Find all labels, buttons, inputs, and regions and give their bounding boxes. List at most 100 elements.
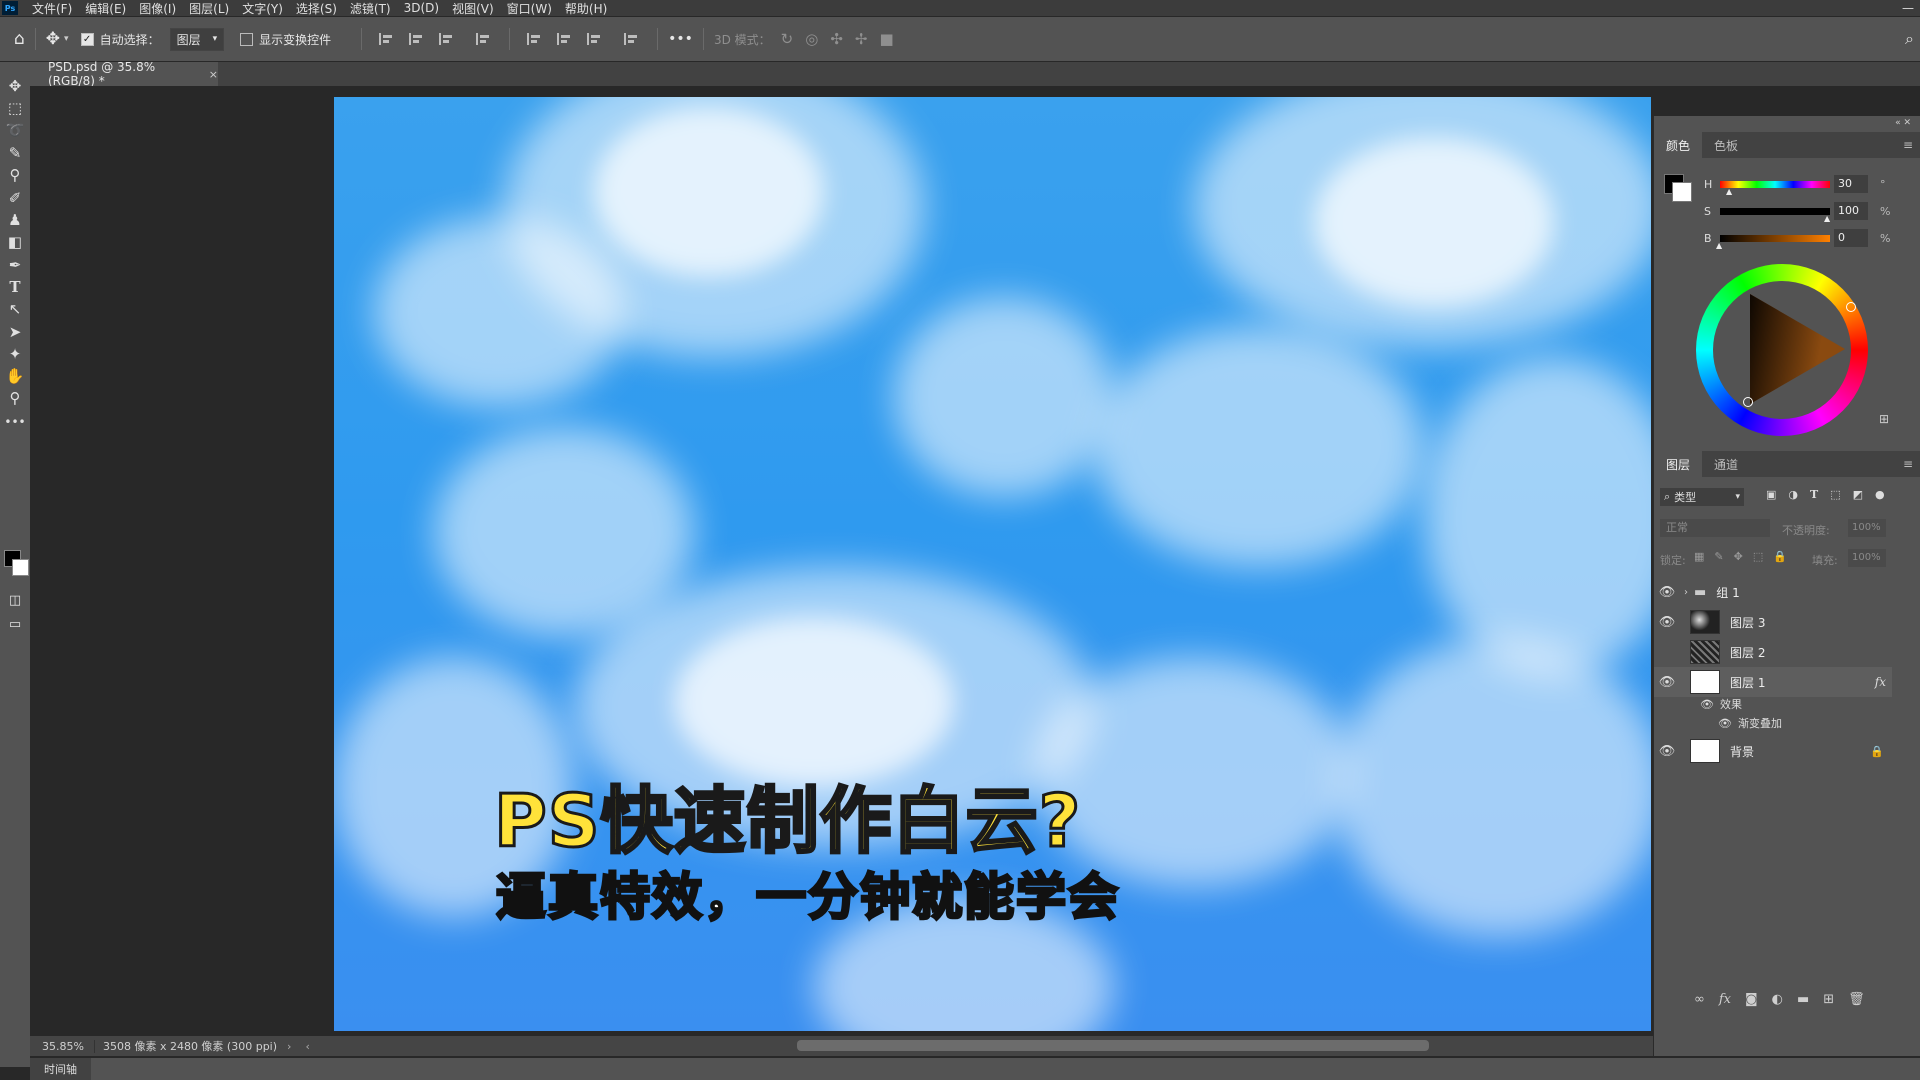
panel-menu-icon[interactable]: ≡ bbox=[1903, 457, 1913, 471]
brightness-value[interactable]: 0 bbox=[1834, 229, 1868, 247]
chevron-right-icon[interactable]: › bbox=[1684, 587, 1688, 598]
link-layers-icon[interactable]: ∞ bbox=[1694, 992, 1705, 1007]
shape-tool-icon[interactable]: ✦ bbox=[5, 344, 25, 364]
hand-tool-icon[interactable]: ✋ bbox=[5, 366, 25, 386]
menu-3d[interactable]: 3D(D) bbox=[404, 1, 439, 15]
horizontal-scrollbar[interactable] bbox=[797, 1040, 1429, 1051]
hue-value[interactable]: 30 bbox=[1834, 175, 1868, 193]
move-tool-icon[interactable]: ✥ bbox=[5, 76, 25, 96]
eye-icon[interactable]: 👁 bbox=[1700, 698, 1714, 711]
tab-color[interactable]: 颜色 bbox=[1654, 132, 1703, 158]
document-info[interactable]: 3508 像素 x 2480 像素 (300 ppi) bbox=[95, 1038, 277, 1054]
align-left-icon[interactable] bbox=[379, 33, 395, 45]
menu-help[interactable]: 帮助(H) bbox=[565, 0, 607, 17]
new-group-icon[interactable]: ▬ bbox=[1797, 992, 1809, 1007]
new-adjustment-icon[interactable]: ◐ bbox=[1772, 992, 1783, 1007]
fx-badge[interactable]: fx bbox=[1875, 675, 1886, 689]
layer-row-layer-3[interactable]: 👁 图层 3 bbox=[1654, 607, 1892, 637]
lock-position-icon[interactable]: ✥ bbox=[1734, 550, 1743, 563]
auto-select-target-dropdown[interactable]: 图层 ▾ bbox=[169, 27, 225, 51]
lasso-tool-icon[interactable]: ➰ bbox=[5, 120, 25, 140]
layer-filter-dropdown[interactable]: ⌕ 类型 ▾ bbox=[1660, 488, 1744, 506]
saturation-slider-thumb[interactable]: ▲ bbox=[1824, 214, 1830, 223]
blend-mode-dropdown[interactable]: 正常 bbox=[1660, 519, 1770, 537]
quick-mask-icon[interactable]: ◫ bbox=[5, 590, 25, 610]
lock-all-icon[interactable]: 🔒 bbox=[1773, 550, 1787, 563]
tab-swatches[interactable]: 色板 bbox=[1702, 132, 1750, 158]
color-wheel[interactable] bbox=[1696, 264, 1868, 436]
marquee-tool-icon[interactable]: ⬚ bbox=[5, 98, 25, 118]
tab-channels[interactable]: 通道 bbox=[1702, 451, 1750, 477]
brightness-slider-thumb[interactable]: ▲ bbox=[1716, 241, 1722, 250]
collapse-panels-icon[interactable]: « ✕ bbox=[1895, 118, 1911, 128]
hue-slider-thumb[interactable]: ▲ bbox=[1726, 187, 1732, 196]
eye-icon[interactable]: 👁 bbox=[1654, 585, 1680, 600]
3d-drag-icon[interactable]: ✣ bbox=[830, 30, 843, 48]
align-hcenter-icon[interactable] bbox=[409, 33, 425, 45]
align-vcenter-icon[interactable] bbox=[557, 33, 573, 45]
minimize-icon[interactable]: — bbox=[1902, 1, 1914, 15]
menu-edit[interactable]: 编辑(E) bbox=[85, 0, 126, 17]
background-color-swatch[interactable] bbox=[12, 559, 29, 576]
opacity-value[interactable]: 100% bbox=[1848, 519, 1886, 537]
path-select-tool-icon[interactable]: ↖ bbox=[5, 299, 25, 319]
3d-camera-icon[interactable]: ■ bbox=[879, 30, 893, 48]
saturation-slider[interactable] bbox=[1720, 208, 1830, 215]
eye-icon[interactable]: 👁 bbox=[1654, 675, 1680, 690]
brush-tool-icon[interactable]: ✐ bbox=[5, 188, 25, 208]
gradient-overlay-row[interactable]: 👁 渐变叠加 bbox=[1654, 713, 1892, 733]
add-mask-icon[interactable]: ◙ bbox=[1745, 992, 1758, 1007]
home-icon[interactable]: ⌂ bbox=[14, 29, 25, 49]
menu-type[interactable]: 文字(Y) bbox=[242, 0, 283, 17]
eye-hidden-icon[interactable]: □ bbox=[1654, 645, 1680, 660]
close-icon[interactable]: × bbox=[209, 68, 218, 81]
zoom-tool-icon[interactable]: ⚲ bbox=[5, 388, 25, 408]
more-options-icon[interactable]: ••• bbox=[668, 31, 693, 47]
quick-select-tool-icon[interactable]: ✎ bbox=[5, 143, 25, 163]
panel-menu-icon[interactable]: ≡ bbox=[1903, 138, 1913, 152]
menu-window[interactable]: 窗口(W) bbox=[507, 0, 552, 17]
document-tab[interactable]: PSD.psd @ 35.8%(RGB/8) * × bbox=[30, 60, 218, 88]
move-tool-icon[interactable]: ✥ bbox=[46, 29, 60, 49]
eyedropper-tool-icon[interactable]: ⚲ bbox=[5, 165, 25, 185]
document-canvas[interactable]: PS快速制作白云? 逼真特效，一分钟就能学会 bbox=[334, 97, 1651, 1031]
stamp-tool-icon[interactable]: ♟ bbox=[5, 210, 25, 230]
menu-view[interactable]: 视图(V) bbox=[452, 0, 494, 17]
eye-icon[interactable]: 👁 bbox=[1654, 615, 1680, 630]
smart-object-filter-icon[interactable]: ◩ bbox=[1853, 488, 1863, 501]
chevron-right-icon[interactable]: › bbox=[287, 1040, 291, 1053]
timeline-tab[interactable]: 时间轴 bbox=[30, 1058, 91, 1080]
layer-row-layer-2[interactable]: □ 图层 2 bbox=[1654, 637, 1892, 667]
hue-ring-marker[interactable] bbox=[1846, 302, 1856, 312]
type-filter-icon[interactable]: T bbox=[1810, 488, 1818, 501]
show-transform-checkbox[interactable] bbox=[240, 32, 254, 46]
delete-layer-icon[interactable]: 🗑 bbox=[1848, 992, 1865, 1007]
3d-rotate-icon[interactable]: ↻ bbox=[781, 30, 794, 48]
chevron-down-icon[interactable]: ▾ bbox=[64, 34, 69, 44]
direct-select-tool-icon[interactable]: ➤ bbox=[5, 322, 25, 342]
align-right-icon[interactable] bbox=[439, 33, 455, 45]
fill-value[interactable]: 100% bbox=[1848, 549, 1886, 567]
chevron-left-icon[interactable]: ‹ bbox=[305, 1040, 309, 1053]
expand-icon[interactable]: ⊞ bbox=[1879, 412, 1889, 426]
eye-icon[interactable]: 👁 bbox=[1718, 717, 1732, 730]
lock-transparent-icon[interactable]: ▦ bbox=[1694, 550, 1704, 563]
align-top-icon[interactable] bbox=[527, 33, 543, 45]
image-filter-icon[interactable]: ▣ bbox=[1766, 488, 1776, 501]
3d-roll-icon[interactable]: ◎ bbox=[805, 30, 818, 48]
lock-artboard-icon[interactable]: ⬚ bbox=[1753, 550, 1763, 563]
type-tool-icon[interactable]: T bbox=[5, 277, 25, 297]
saturation-value[interactable]: 100 bbox=[1834, 202, 1868, 220]
distribute-vertical-icon[interactable] bbox=[624, 33, 640, 45]
menu-select[interactable]: 选择(S) bbox=[296, 0, 337, 17]
3d-slide-icon[interactable]: ✢ bbox=[855, 30, 868, 48]
effects-row[interactable]: 👁 效果 bbox=[1654, 694, 1892, 714]
layer-row-layer-1[interactable]: 👁 图层 1 fx bbox=[1654, 667, 1892, 697]
edit-toolbar-icon[interactable]: ••• bbox=[4, 412, 25, 432]
color-picker-marker[interactable] bbox=[1743, 397, 1753, 407]
tab-layers[interactable]: 图层 bbox=[1654, 451, 1703, 477]
adjustment-filter-icon[interactable]: ◑ bbox=[1788, 488, 1798, 501]
layer-row-background[interactable]: 👁 背景 🔒 bbox=[1654, 736, 1892, 766]
lock-pixels-icon[interactable]: ✎ bbox=[1714, 550, 1723, 563]
eye-icon[interactable]: 👁 bbox=[1654, 744, 1680, 759]
